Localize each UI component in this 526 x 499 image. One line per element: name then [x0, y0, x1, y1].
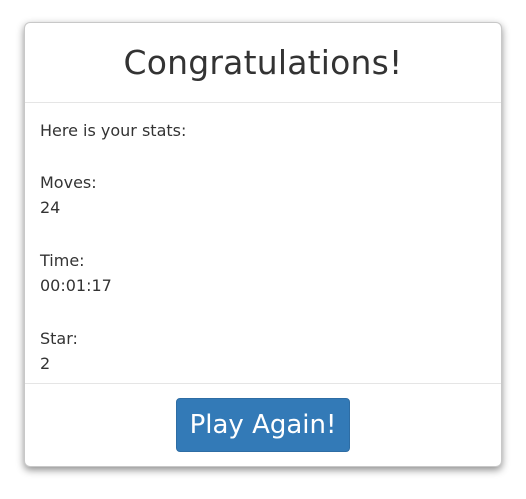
star-label: Star:: [40, 329, 78, 348]
time-label: Time:: [40, 251, 85, 270]
moves-label: Moves:: [40, 173, 97, 192]
play-again-button[interactable]: Play Again!: [175, 397, 351, 452]
moves-stat: Moves: 24: [40, 170, 486, 220]
star-value: 2: [40, 354, 51, 373]
stats-intro: Here is your stats:: [40, 121, 187, 140]
congratulations-modal: Congratulations! Here is your stats: Mov…: [24, 22, 502, 467]
time-value: 00:01:17: [40, 276, 112, 295]
modal-body: Here is your stats: Moves: 24 Time: 00:0…: [25, 103, 501, 384]
modal-footer: Play Again!: [25, 384, 501, 467]
modal-header: Congratulations!: [25, 23, 501, 103]
moves-value: 24: [40, 198, 61, 217]
time-stat: Time: 00:01:17: [40, 248, 486, 298]
star-stat: Star: 2: [40, 326, 486, 376]
modal-title: Congratulations!: [123, 43, 403, 82]
